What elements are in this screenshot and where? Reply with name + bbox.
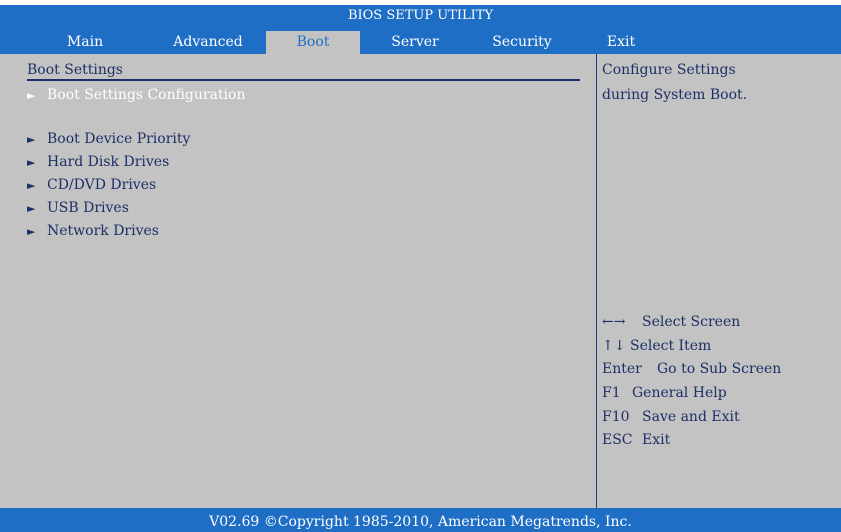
- bios-screen: BIOS SETUP UTILITY Main Advanced Boot Se…: [0, 0, 841, 532]
- menu-item-network-drives[interactable]: ► Network Drives: [27, 223, 159, 239]
- submenu-arrow-icon: ►: [27, 156, 36, 169]
- submenu-arrow-icon: ►: [27, 225, 36, 238]
- submenu-arrow-icon: ►: [27, 179, 36, 192]
- menu-item-hard-disk-drives[interactable]: ► Hard Disk Drives: [27, 154, 169, 170]
- title-bar: BIOS SETUP UTILITY: [0, 0, 841, 28]
- key-hint-select-screen: ←→ Select Screen: [602, 314, 740, 330]
- key-hint-esc: ESC Exit: [602, 432, 670, 448]
- left-panel: Boot Settings ► Boot Settings Configurati…: [0, 54, 596, 508]
- key-hint-action: Go to Sub Screen: [657, 361, 782, 377]
- menu-item-usb-drives[interactable]: ► USB Drives: [27, 200, 129, 216]
- help-panel: Configure Settings during System Boot. ←…: [599, 54, 841, 508]
- window-title: BIOS SETUP UTILITY: [347, 8, 494, 23]
- menu-item-label: USB Drives: [47, 200, 129, 216]
- key-hint-action: General Help: [632, 385, 727, 401]
- key-hint-enter: Enter Go to Sub Screen: [602, 361, 781, 377]
- footer-copyright: V02.69 ©Copyright 1985-2010, American Me…: [0, 508, 841, 532]
- submenu-arrow-icon: ►: [27, 89, 36, 102]
- key-hint-key: F1: [602, 385, 621, 401]
- panel-divider: [596, 54, 597, 508]
- up-down-arrows-icon: ↑↓: [602, 338, 626, 354]
- menu-item-label: CD/DVD Drives: [47, 177, 157, 193]
- main-panel: Boot Settings ► Boot Settings Configurati…: [0, 54, 841, 508]
- menu-item-boot-device-priority[interactable]: ► Boot Device Priority: [27, 131, 190, 147]
- key-hint-key: Enter: [602, 361, 642, 377]
- help-text-line-1: Configure Settings: [602, 62, 736, 78]
- menu-item-label: Boot Device Priority: [47, 131, 191, 147]
- section-title: Boot Settings: [27, 62, 123, 78]
- menu-item-label: Hard Disk Drives: [47, 154, 170, 170]
- left-right-arrows-icon: ←→: [602, 314, 626, 330]
- tab-advanced[interactable]: Advanced: [158, 31, 258, 54]
- menu-item-cd-dvd-drives[interactable]: ► CD/DVD Drives: [27, 177, 156, 193]
- key-hint-action: Select Screen: [642, 314, 741, 330]
- tab-server[interactable]: Server: [368, 31, 462, 54]
- tab-main[interactable]: Main: [40, 31, 130, 54]
- help-text-line-2: during System Boot.: [602, 87, 748, 103]
- tab-exit[interactable]: Exit: [600, 31, 642, 54]
- submenu-arrow-icon: ►: [27, 202, 36, 215]
- section-divider: [27, 79, 580, 81]
- key-hint-select-item: ↑↓ Select Item: [602, 338, 711, 354]
- key-hint-f1: F1 General Help: [602, 385, 727, 401]
- tab-boot[interactable]: Boot: [266, 31, 360, 54]
- tab-security[interactable]: Security: [470, 31, 574, 54]
- key-hint-key: ESC: [602, 432, 633, 448]
- key-hint-key: F10: [602, 409, 630, 425]
- submenu-arrow-icon: ►: [27, 133, 36, 146]
- menu-item-label: Boot Settings Configuration: [47, 87, 246, 103]
- key-hint-action: Select Item: [630, 338, 712, 354]
- menu-item-label: Network Drives: [47, 223, 159, 239]
- menu-item-boot-settings-configuration[interactable]: ► Boot Settings Configuration: [27, 87, 246, 103]
- menu-bar: Main Advanced Boot Server Security Exit: [0, 28, 841, 54]
- key-hint-action: Save and Exit: [642, 409, 740, 425]
- key-hint-action: Exit: [642, 432, 671, 448]
- key-hint-f10: F10 Save and Exit: [602, 409, 740, 425]
